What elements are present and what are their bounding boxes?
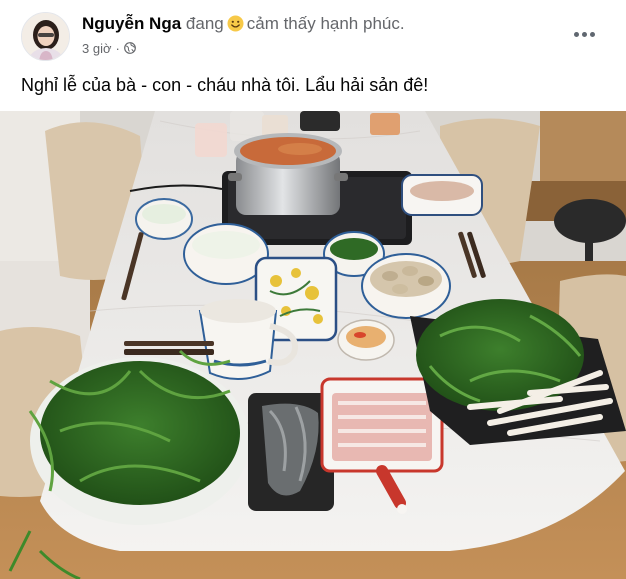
author-line: Nguyễn Nga đang cảm thấy hạnh phúc. xyxy=(82,14,405,34)
globe-icon[interactable] xyxy=(123,42,136,54)
status-prefix: đang xyxy=(185,14,224,33)
post-time[interactable]: 3 giờ xyxy=(82,41,112,56)
more-options-icon[interactable] xyxy=(566,20,602,48)
meta-separator: · xyxy=(115,41,120,56)
smiling-face-icon xyxy=(227,15,244,32)
post-header: Nguyễn Nga đang cảm thấy hạnh phúc. 3 gi… xyxy=(0,0,626,66)
post-meta: 3 giờ · xyxy=(82,41,136,56)
post-text: Nghỉ lễ của bà - con - cháu nhà tôi. Lẩu… xyxy=(21,75,429,95)
author-avatar[interactable] xyxy=(21,12,70,61)
status-feeling[interactable]: cảm thấy hạnh phúc. xyxy=(247,14,405,33)
facebook-post: Nguyễn Nga đang cảm thấy hạnh phúc. 3 gi… xyxy=(0,0,626,579)
author-name[interactable]: Nguyễn Nga xyxy=(82,14,181,33)
post-photo[interactable] xyxy=(0,111,626,579)
